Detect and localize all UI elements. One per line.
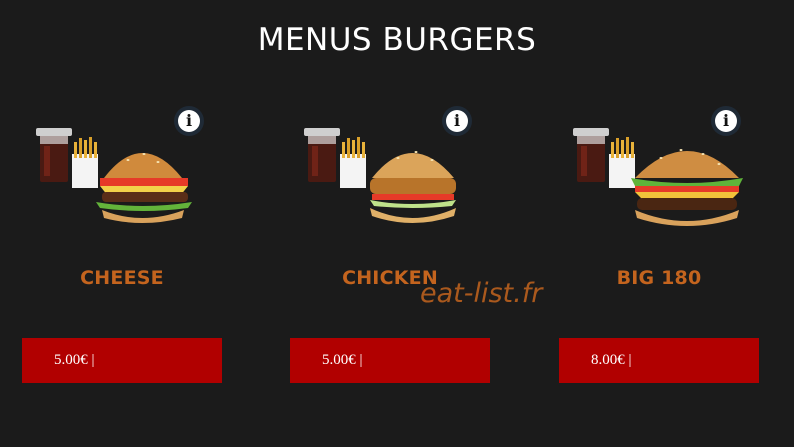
fries-icon — [340, 137, 366, 188]
price-button[interactable]: 5.00€ | — [290, 338, 490, 383]
fries-icon — [609, 137, 635, 188]
burger-menu-image — [573, 128, 743, 226]
fries-icon — [72, 137, 98, 188]
menu-card-cheese[interactable]: i CHEESE 5.00€ | — [22, 100, 222, 390]
price-button[interactable]: 5.00€ | — [22, 338, 222, 383]
price-label: 8.00€ | — [591, 352, 632, 368]
burger-icon — [631, 149, 743, 226]
drink-icon — [36, 128, 72, 182]
price-label: 5.00€ | — [54, 352, 95, 368]
page-title: MENUS BURGERS — [257, 22, 537, 58]
menu-name: CHEESE — [80, 267, 164, 289]
drink-icon — [573, 128, 609, 182]
watermark: eat-list.fr — [420, 278, 543, 309]
menu-card-big-180[interactable]: i BIG 180 8.00€ | — [559, 100, 759, 390]
drink-icon — [304, 128, 340, 182]
menu-name: BIG 180 — [616, 267, 702, 289]
burger-menu-image — [36, 128, 192, 223]
price-label: 5.00€ | — [322, 352, 363, 368]
price-button[interactable]: 8.00€ | — [559, 338, 759, 383]
menu-card-chicken[interactable]: i CHICKEN 5.00€ | — [290, 100, 490, 390]
burger-icon — [96, 153, 192, 223]
burger-icon — [370, 151, 456, 223]
burger-menu-image — [304, 128, 456, 223]
